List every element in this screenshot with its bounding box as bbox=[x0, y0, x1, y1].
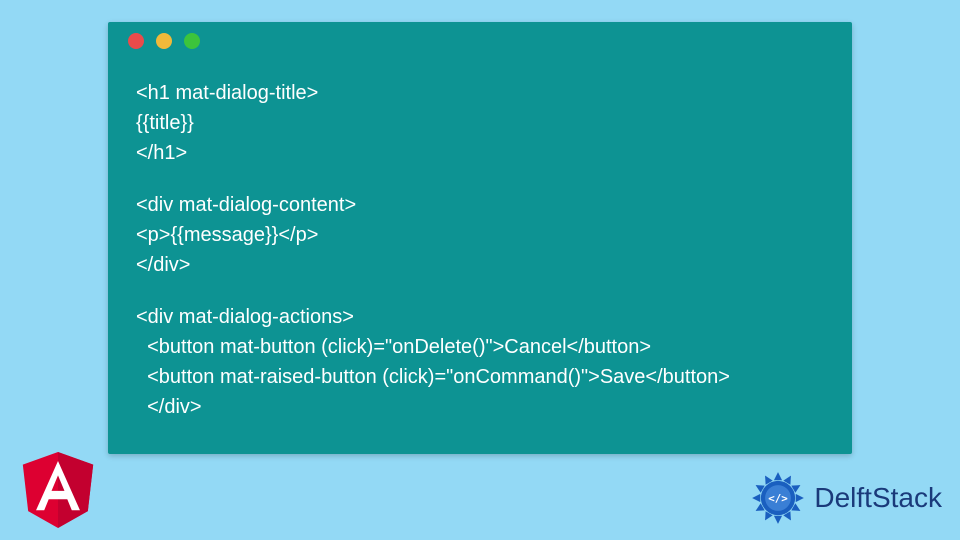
code-block-actions: <div mat-dialog-actions> <button mat-but… bbox=[136, 302, 824, 422]
delftstack-badge-icon: </> bbox=[748, 468, 808, 528]
delftstack-label: DelftStack bbox=[814, 482, 942, 514]
angular-logo-icon bbox=[22, 452, 94, 528]
delftstack-branding: </> DelftStack bbox=[748, 468, 942, 528]
code-window: <h1 mat-dialog-title> {{title}} </h1> <d… bbox=[108, 22, 852, 454]
minimize-icon[interactable] bbox=[156, 33, 172, 49]
window-titlebar bbox=[108, 22, 852, 60]
code-block-content: <div mat-dialog-content> <p>{{message}}<… bbox=[136, 190, 824, 280]
close-icon[interactable] bbox=[128, 33, 144, 49]
maximize-icon[interactable] bbox=[184, 33, 200, 49]
code-body: <h1 mat-dialog-title> {{title}} </h1> <d… bbox=[108, 60, 852, 422]
svg-text:</>: </> bbox=[769, 492, 789, 505]
code-block-title: <h1 mat-dialog-title> {{title}} </h1> bbox=[136, 78, 824, 168]
